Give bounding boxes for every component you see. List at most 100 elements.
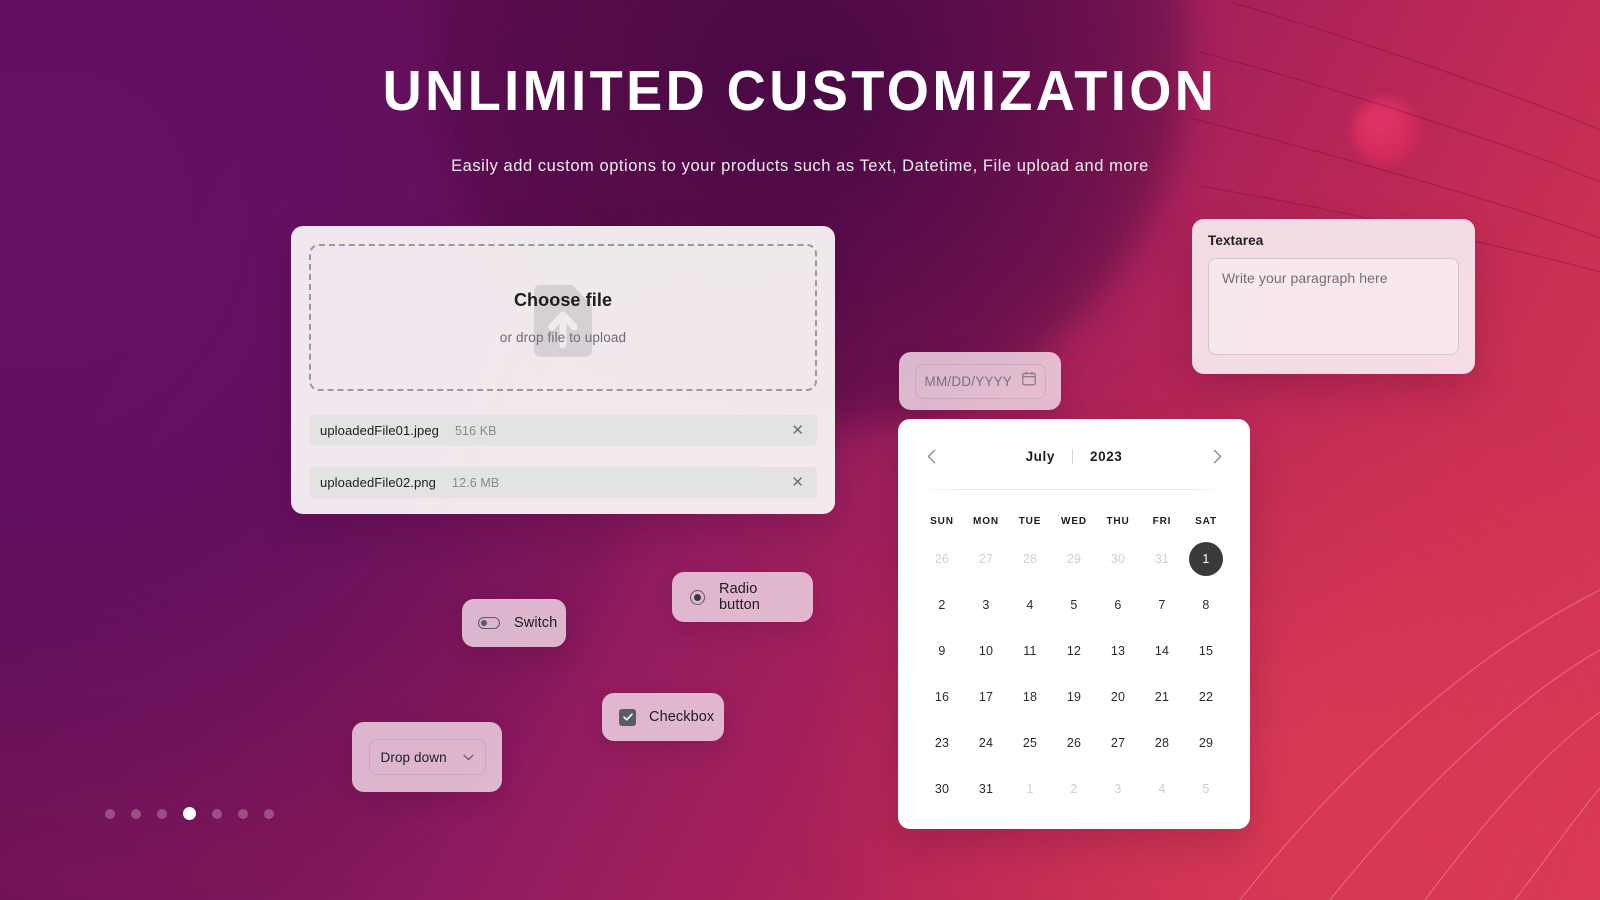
calendar-day-number: 2 <box>938 598 946 612</box>
calendar-day[interactable]: 19 <box>1052 674 1096 720</box>
calendar-day[interactable]: 2 <box>920 582 964 628</box>
calendar-icon[interactable] <box>1021 371 1036 391</box>
calendar-day[interactable]: 13 <box>1096 628 1140 674</box>
uploaded-file-row[interactable]: uploadedFile01.jpeg 516 KB ✕ <box>309 415 817 446</box>
uploaded-file-row[interactable]: uploadedFile02.png 12.6 MB ✕ <box>309 467 817 498</box>
carousel-dot[interactable] <box>131 808 141 819</box>
carousel-dot[interactable] <box>105 808 115 819</box>
calendar-weekday: TUE <box>1018 515 1042 527</box>
checkbox-icon[interactable] <box>619 708 636 726</box>
calendar-day[interactable]: 28 <box>1008 536 1052 582</box>
calendar-day-number: 19 <box>1066 690 1082 704</box>
date-input[interactable]: MM/DD/YYYY <box>914 363 1046 399</box>
file-upload-card: Choose file or drop file to upload uploa… <box>291 226 835 514</box>
calendar-month[interactable]: July <box>1026 449 1055 464</box>
radio-dot <box>694 593 701 601</box>
calendar-day[interactable]: 4 <box>1008 582 1052 628</box>
page-subtitle: Easily add custom options to your produc… <box>451 157 1149 175</box>
calendar-day[interactable]: 7 <box>1140 582 1184 628</box>
calendar-day-number: 2 <box>1070 782 1078 796</box>
dropdown-select[interactable]: Drop down <box>368 739 486 775</box>
calendar-day[interactable]: 2 <box>1052 766 1096 812</box>
file-name: uploadedFile02.png <box>320 475 437 490</box>
calendar-day-number: 5 <box>1202 782 1210 796</box>
dropdown-label: Drop down <box>380 749 447 765</box>
calendar-day[interactable]: 25 <box>1008 720 1052 766</box>
calendar-day-number: 3 <box>1114 782 1122 796</box>
calendar-day[interactable]: 9 <box>920 628 964 674</box>
calendar-day-number: 24 <box>978 736 994 750</box>
calendar-day[interactable]: 27 <box>1096 720 1140 766</box>
calendar-day[interactable]: 29 <box>1052 536 1096 582</box>
carousel-dot[interactable] <box>212 808 222 819</box>
close-icon[interactable]: ✕ <box>789 473 806 492</box>
radio-icon[interactable] <box>690 589 705 605</box>
calendar-grid: SUN MON TUE WED THU FRI SAT 26 27 28 29 30 31 1 2 3 4 5 6 7… <box>920 506 1228 812</box>
calendar-day[interactable]: 11 <box>1008 628 1052 674</box>
calendar-day[interactable]: 26 <box>920 536 964 582</box>
calendar-day-number: 23 <box>934 736 950 750</box>
calendar-day[interactable]: 20 <box>1096 674 1140 720</box>
calendar-header: July 2023 <box>920 439 1228 473</box>
textarea-input[interactable]: Write your paragraph here <box>1208 258 1459 355</box>
switch-knob <box>480 619 487 626</box>
carousel-dot[interactable] <box>157 808 167 819</box>
calendar-year[interactable]: 2023 <box>1090 449 1122 464</box>
radio-button-widget[interactable]: Radio button <box>672 572 813 622</box>
calendar-day[interactable]: 24 <box>964 720 1008 766</box>
radio-button-label: Radio button <box>719 581 760 613</box>
calendar-day[interactable]: 31 <box>964 766 1008 812</box>
calendar-day-selected[interactable]: 1 <box>1184 536 1228 582</box>
calendar-day[interactable]: 4 <box>1140 766 1184 812</box>
calendar-day[interactable]: 15 <box>1184 628 1228 674</box>
calendar-day-number: 6 <box>1114 598 1122 612</box>
carousel-dot[interactable] <box>238 808 248 819</box>
calendar-day[interactable]: 29 <box>1184 720 1228 766</box>
textarea-placeholder: Write your paragraph here <box>1222 270 1388 286</box>
calendar-day[interactable]: 5 <box>1052 582 1096 628</box>
calendar-day[interactable]: 6 <box>1096 582 1140 628</box>
calendar-day-number: 5 <box>1070 598 1078 612</box>
calendar-widget: July 2023 SUN MON TUE WED THU FRI SAT 26 27 28 29 3… <box>898 419 1250 829</box>
calendar-day[interactable]: 3 <box>964 582 1008 628</box>
calendar-day-number: 9 <box>938 644 946 658</box>
calendar-day[interactable]: 28 <box>1140 720 1184 766</box>
date-placeholder: MM/DD/YYYY <box>924 373 1013 389</box>
calendar-day-number: 18 <box>1022 690 1038 704</box>
calendar-day[interactable]: 14 <box>1140 628 1184 674</box>
calendar-day[interactable]: 17 <box>964 674 1008 720</box>
calendar-day[interactable]: 31 <box>1140 536 1184 582</box>
calendar-day-number: 14 <box>1154 644 1170 658</box>
calendar-day[interactable]: 27 <box>964 536 1008 582</box>
close-icon[interactable]: ✕ <box>789 421 806 440</box>
calendar-day-number: 26 <box>1066 736 1082 750</box>
calendar-day[interactable]: 16 <box>920 674 964 720</box>
calendar-day-number: 29 <box>1198 736 1214 750</box>
switch-toggle[interactable] <box>478 617 500 629</box>
calendar-day-number: 27 <box>1110 736 1126 750</box>
calendar-day[interactable]: 12 <box>1052 628 1096 674</box>
chevron-down-icon[interactable] <box>462 754 474 761</box>
chevron-right-icon[interactable] <box>1206 445 1228 467</box>
calendar-day-number: 30 <box>1110 552 1126 566</box>
calendar-day[interactable]: 10 <box>964 628 1008 674</box>
calendar-day[interactable]: 8 <box>1184 582 1228 628</box>
calendar-day[interactable]: 5 <box>1184 766 1228 812</box>
calendar-day[interactable]: 21 <box>1140 674 1184 720</box>
calendar-day-number: 30 <box>934 782 950 796</box>
calendar-day-number: 3 <box>982 598 990 612</box>
carousel-dot[interactable] <box>264 808 274 819</box>
file-dropzone[interactable]: Choose file or drop file to upload <box>309 244 817 391</box>
calendar-day[interactable]: 23 <box>920 720 964 766</box>
calendar-day[interactable]: 30 <box>1096 536 1140 582</box>
calendar-day[interactable]: 1 <box>1008 766 1052 812</box>
carousel-dot-active[interactable] <box>183 807 196 820</box>
switch-widget[interactable]: Switch <box>462 599 566 647</box>
calendar-day[interactable]: 18 <box>1008 674 1052 720</box>
checkbox-widget[interactable]: Checkbox <box>602 693 724 741</box>
calendar-day[interactable]: 26 <box>1052 720 1096 766</box>
calendar-day[interactable]: 3 <box>1096 766 1140 812</box>
chevron-left-icon[interactable] <box>920 445 942 467</box>
calendar-day[interactable]: 22 <box>1184 674 1228 720</box>
calendar-day[interactable]: 30 <box>920 766 964 812</box>
